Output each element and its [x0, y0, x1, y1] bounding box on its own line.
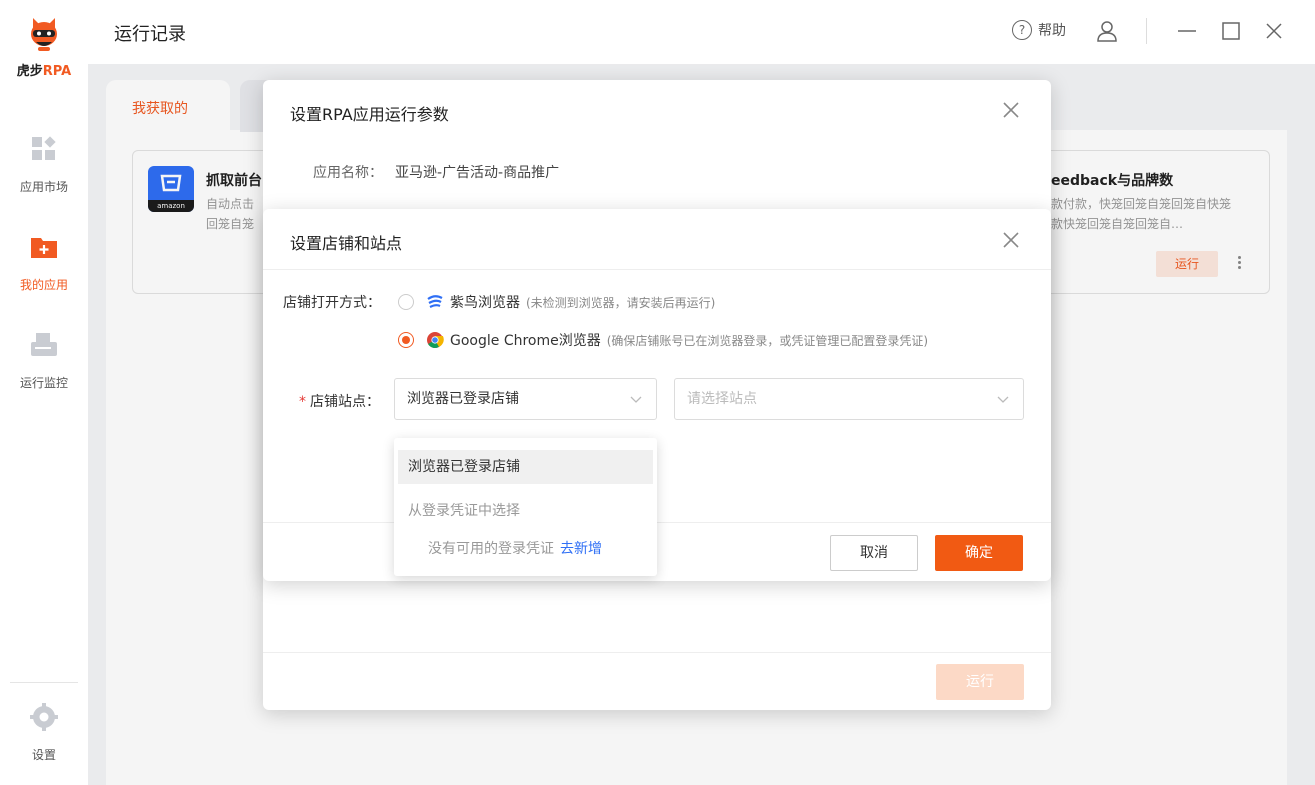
dropdown-empty-text: 没有可用的登录凭证 去新增 [428, 541, 602, 557]
store-select[interactable]: 浏览器已登录店铺 [394, 378, 657, 420]
sidebar-item-label: 应用市场 [19, 180, 68, 194]
radio-chrome-browser[interactable]: Google Chrome浏览器 (确保店铺账号已在浏览器登录，或凭证管理已配置… [398, 330, 928, 350]
help-icon: ? [1012, 20, 1032, 40]
help-button[interactable]: ? 帮助 [1012, 20, 1066, 40]
app-name-value: 亚马逊-广告活动-商品推广 [395, 165, 560, 181]
header-separator [1146, 18, 1147, 44]
ziniao-browser-icon [427, 295, 443, 308]
app-name-label: 应用名称： [313, 165, 383, 181]
user-icon[interactable] [1094, 18, 1120, 44]
monitor-printer-icon [31, 333, 57, 356]
store-site-label: * 店铺站点： [299, 394, 380, 410]
modal-title: 设置RPA应用运行参数 [290, 105, 449, 124]
site-select-placeholder: 请选择站点 [687, 391, 757, 407]
sidebar-item-label: 运行监控 [19, 376, 68, 390]
required-mark: * [299, 394, 306, 410]
chevron-down-icon [997, 396, 1009, 403]
option-note: (确保店铺账号已在浏览器登录，或凭证管理已配置登录凭证) [606, 333, 929, 348]
logo-text: 虎步RPA [16, 64, 72, 79]
sidebar-item-app-market[interactable]: 应用市场 [0, 134, 88, 195]
radio-button-checked[interactable] [398, 332, 414, 348]
chevron-down-icon [630, 396, 642, 403]
page-title: 运行记录 [114, 24, 186, 45]
tiger-mascot-icon [31, 18, 57, 51]
store-site-modal: 设置店铺和站点 店铺打开方式： 紫鸟浏览器 (未检测到浏览器，请安装后再运行) … [263, 209, 1051, 581]
sidebar-item-my-apps[interactable]: 我的应用 [0, 232, 88, 293]
store-select-value: 浏览器已登录店铺 [407, 391, 519, 407]
sidebar-item-run-monitor[interactable]: 运行监控 [0, 330, 88, 391]
divider [263, 269, 1051, 270]
site-select[interactable]: 请选择站点 [674, 378, 1024, 420]
sidebar: 虎步RPA 应用市场 我的应用 运行监控 设置 [0, 0, 88, 785]
sidebar-item-label: 我的应用 [19, 278, 68, 292]
open-mode-label: 店铺打开方式： [283, 295, 381, 311]
folder-plus-icon [31, 238, 57, 258]
app-logo: 虎步RPA [14, 14, 74, 79]
sidebar-item-settings[interactable]: 设置 [0, 702, 88, 763]
maximize-icon[interactable] [1218, 18, 1244, 44]
close-icon[interactable] [1001, 100, 1021, 120]
help-label: 帮助 [1038, 23, 1066, 39]
confirm-button[interactable]: 确定 [935, 535, 1023, 571]
add-credential-link[interactable]: 去新增 [560, 541, 602, 557]
close-window-icon[interactable] [1261, 18, 1287, 44]
title-bar: 运行记录 ? 帮助 [88, 0, 1315, 64]
gear-icon [30, 703, 58, 731]
dropdown-group-label: 从登录凭证中选择 [408, 503, 520, 519]
dropdown-option-browser-logged-in[interactable]: 浏览器已登录店铺 [398, 450, 653, 484]
divider [263, 652, 1051, 653]
option-note: (未检测到浏览器，请安装后再运行) [526, 295, 716, 310]
modal-title: 设置店铺和站点 [290, 234, 403, 253]
run-button[interactable]: 运行 [936, 664, 1024, 700]
cancel-button[interactable]: 取消 [830, 535, 918, 571]
radio-button[interactable] [398, 294, 414, 310]
chrome-icon [427, 332, 444, 348]
option-name: 紫鸟浏览器 [450, 295, 520, 311]
option-name: Google Chrome浏览器 [450, 333, 601, 349]
store-select-dropdown: 浏览器已登录店铺 从登录凭证中选择 没有可用的登录凭证 去新增 [394, 438, 657, 576]
radio-ziniao-browser[interactable]: 紫鸟浏览器 (未检测到浏览器，请安装后再运行) [398, 292, 715, 312]
app-grid-icon [32, 136, 56, 160]
close-icon[interactable] [1001, 230, 1021, 250]
sidebar-item-label: 设置 [31, 748, 56, 762]
sidebar-divider [10, 682, 78, 683]
divider [263, 522, 1051, 523]
minimize-icon[interactable] [1174, 18, 1200, 44]
